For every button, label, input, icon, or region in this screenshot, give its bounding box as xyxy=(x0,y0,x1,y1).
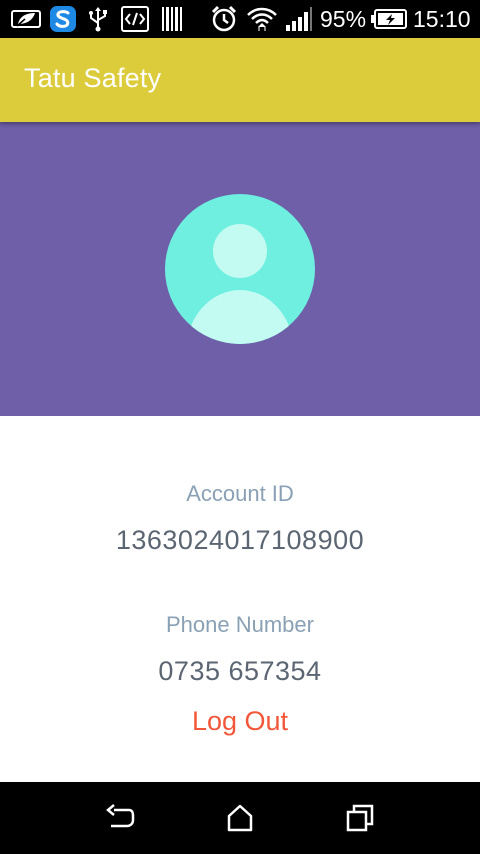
barcode-icon xyxy=(160,6,184,32)
phone-number-label: Phone Number xyxy=(166,612,314,637)
alarm-icon xyxy=(209,5,239,32)
home-icon[interactable] xyxy=(220,802,260,834)
recents-icon[interactable] xyxy=(340,802,380,834)
log-out-button[interactable]: Log Out xyxy=(180,706,300,737)
battery-percent: 95% xyxy=(320,6,367,32)
wifi-icon xyxy=(245,6,279,32)
code-icon xyxy=(120,6,150,32)
usb-icon xyxy=(86,6,110,32)
s-app-icon xyxy=(48,6,78,32)
battery-charging-icon xyxy=(369,6,409,32)
clock: 15:10 xyxy=(413,6,471,32)
app-bar: Tatu Safety xyxy=(0,38,480,122)
leaf-icon xyxy=(10,6,42,32)
account-id-value: 1363024017108900 xyxy=(115,525,365,555)
status-bar: 95% 15:10 xyxy=(0,0,480,38)
app-title: Tatu Safety xyxy=(24,63,162,93)
signal-icon xyxy=(284,6,314,32)
back-icon[interactable] xyxy=(100,802,140,834)
profile-header xyxy=(0,122,480,416)
user-avatar-icon[interactable] xyxy=(165,194,315,344)
phone-number-value: 0735 657354 xyxy=(158,656,322,686)
navigation-bar xyxy=(0,782,480,854)
account-id-label: Account ID xyxy=(186,481,294,506)
